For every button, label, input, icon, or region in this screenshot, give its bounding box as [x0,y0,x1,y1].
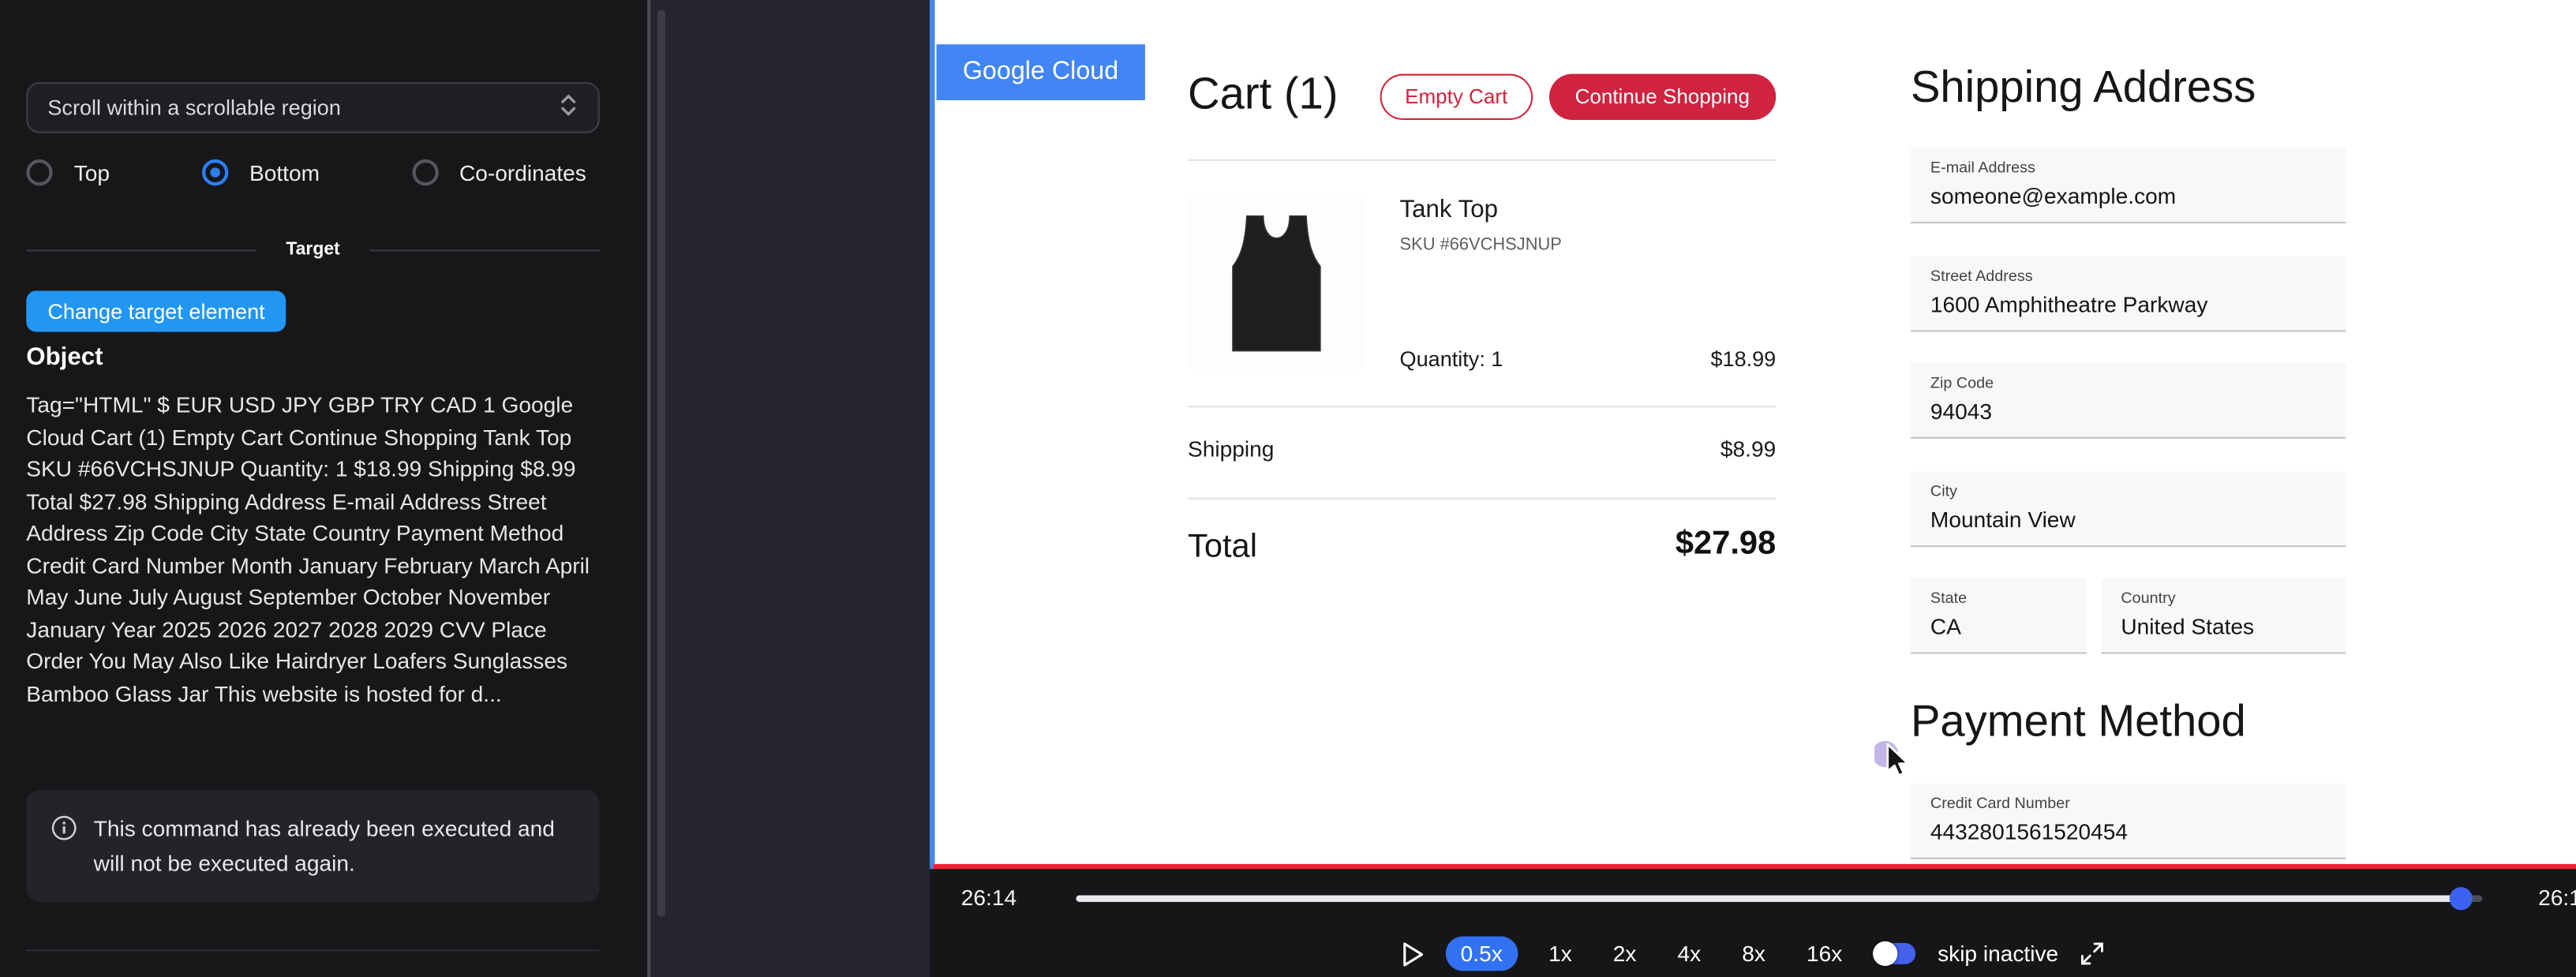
chevron-updown-icon [559,94,578,122]
country-field[interactable]: Country United States [2101,578,2346,654]
cart-item-quantity: Quantity: 1 [1400,346,1503,371]
street-address-value: 1600 Amphitheatre Parkway [1930,293,2327,317]
viewport-left-border [930,0,934,869]
shipping-row-label: Shipping [1188,437,1274,462]
radio-coordinates-label: Co-ordinates [459,160,586,185]
fullscreen-icon[interactable] [2080,941,2104,966]
speed-4x-button[interactable]: 4x [1668,937,1711,971]
cart-item-price: $18.99 [1710,346,1776,371]
continue-shopping-button[interactable]: Continue Shopping [1548,74,1776,120]
timeline-knob[interactable] [2450,887,2473,910]
player-gutter [650,0,930,977]
viewport-bottom-border [933,864,2576,869]
radio-option-top[interactable]: Top [26,159,110,185]
player-controls: 0.5x 1x 2x 4x 8x 16x skip inactive [930,937,2576,971]
replayed-webpage: Google Cloud Cart (1) Empty Cart Continu… [930,0,2576,864]
replay-player-bar: 26:14 26:1 0.5x 1x 2x 4x 8x 16x [930,870,2576,977]
sidebar-divider [26,949,599,951]
credit-card-number-label: Credit Card Number [1930,795,2327,814]
command-executed-message: This command has already been executed a… [94,811,575,880]
email-field[interactable]: E-mail Address someone@example.com [1911,148,2346,223]
command-executed-notice: This command has already been executed a… [26,790,599,902]
command-sidebar: Scroll within a scrollable region Top Bo… [0,0,647,977]
info-icon [51,811,77,880]
object-content-text: Tag="HTML" $ EUR USD JPY GBP TRY CAD 1 G… [26,389,608,709]
speed-1x-button[interactable]: 1x [1539,937,1582,971]
radio-option-bottom[interactable]: Bottom [202,159,320,185]
credit-card-number-field[interactable]: Credit Card Number 4432801561520454 [1911,784,2346,859]
speed-2x-button[interactable]: 2x [1603,937,1646,971]
tank-top-image [1188,197,1364,370]
country-value: United States [2121,615,2326,639]
command-type-select-value: Scroll within a scrollable region [47,95,341,120]
target-section-divider: Target [26,240,599,260]
skip-inactive-label: skip inactive [1938,941,2058,966]
cart-item-sku: SKU #66VCHSJNUP [1400,235,1562,255]
street-address-label: Street Address [1930,268,2327,286]
zip-code-value: 94043 [1930,399,2327,424]
replay-viewport: Google Cloud Cart (1) Empty Cart Continu… [930,0,2576,977]
target-section-label: Target [286,240,339,260]
street-address-field[interactable]: Street Address 1600 Amphitheatre Parkway [1911,256,2346,332]
skip-inactive-toggle-knob[interactable] [1874,941,1898,966]
email-field-value: someone@example.com [1930,184,2327,208]
timeline-fill [1076,895,2461,901]
replay-app: Scroll within a scrollable region Top Bo… [0,0,2576,977]
end-time: 26:1 [2538,885,2576,910]
radio-coordinates-control[interactable] [412,159,438,185]
cart-section: Cart (1) Empty Cart Continue Shopping Ta… [1188,0,1776,864]
state-label: State [1930,590,2067,608]
google-cloud-badge: Google Cloud [937,44,1145,100]
skip-inactive-toggle[interactable] [1874,943,1916,964]
city-label: City [1930,483,2327,501]
current-time: 26:14 [961,885,1017,910]
radio-bottom-label: Bottom [249,160,320,185]
state-value: CA [1930,615,2067,639]
cart-title: Cart (1) [1188,69,1339,120]
divider [1188,406,1776,407]
speed-0-5x-button[interactable]: 0.5x [1446,937,1518,971]
radio-top-control[interactable] [26,159,52,185]
radio-top-label: Top [74,160,110,185]
timeline-slider[interactable] [1076,895,2482,901]
empty-cart-button[interactable]: Empty Cart [1380,74,1533,120]
command-type-select[interactable]: Scroll within a scrollable region [26,82,599,133]
city-value: Mountain View [1930,507,2327,532]
speed-16x-button[interactable]: 16x [1797,937,1852,971]
mouse-cursor-icon [1874,739,1914,791]
email-field-label: E-mail Address [1930,159,2327,178]
shipping-row-value: $8.99 [1720,437,1776,462]
total-row-label: Total [1188,529,1257,567]
zip-code-label: Zip Code [1930,375,2327,393]
speed-8x-button[interactable]: 8x [1732,937,1776,971]
state-field[interactable]: State CA [1911,578,2087,654]
radio-bottom-control[interactable] [202,159,228,185]
play-button[interactable] [1402,941,1425,967]
checkout-form: Shipping Address E-mail Address someone@… [1911,0,2346,864]
cart-buttons: Empty Cart Continue Shopping [1380,74,1776,120]
zip-code-field[interactable]: Zip Code 94043 [1911,363,2346,439]
divider [1188,159,1776,161]
divider [1188,498,1776,500]
shipping-address-heading: Shipping Address [1911,62,2256,114]
payment-method-heading: Payment Method [1911,697,2246,748]
country-label: Country [2121,590,2326,608]
cart-item-name: Tank Top [1400,196,1498,223]
total-row-value: $27.98 [1676,526,1776,563]
scroll-position-radio-group: Top Bottom Co-ordinates [26,159,586,185]
scrollbar-thumb[interactable] [657,9,665,916]
city-field[interactable]: City Mountain View [1911,471,2346,547]
change-target-button[interactable]: Change target element [26,290,286,331]
object-heading: Object [26,343,103,371]
radio-option-coordinates[interactable]: Co-ordinates [412,159,586,185]
credit-card-number-value: 4432801561520454 [1930,820,2327,844]
